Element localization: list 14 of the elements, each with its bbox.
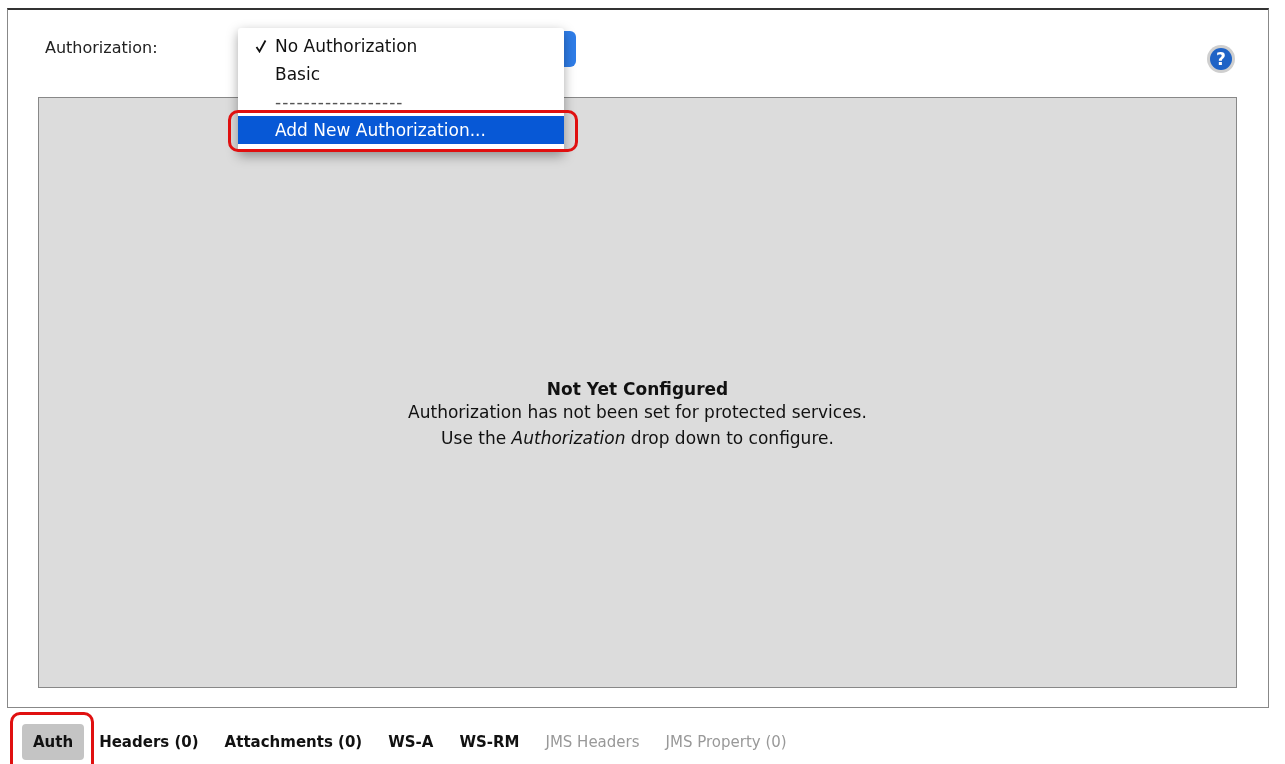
tab[interactable]: Auth — [22, 724, 85, 760]
authorization-label: Authorization: — [45, 38, 159, 57]
menu-item[interactable]: No Authorization — [238, 32, 564, 60]
message-title: Not Yet Configured — [546, 378, 729, 399]
tab[interactable]: WS-A — [377, 724, 445, 760]
help-icon[interactable]: ? — [1206, 44, 1236, 74]
message-text: Use the Authorization drop down to configure. — [440, 426, 835, 450]
menu-item[interactable]: Add New Authorization... — [238, 116, 564, 144]
tab[interactable]: WS-RM — [448, 724, 531, 760]
menu-separator: ------------------ — [274, 91, 405, 114]
menu-item[interactable]: Basic — [238, 60, 564, 88]
message-text: Authorization has not been set for protected services. — [408, 400, 867, 424]
tab[interactable]: Headers (0) — [88, 724, 210, 760]
tab[interactable]: Attachments (0) — [213, 724, 374, 760]
